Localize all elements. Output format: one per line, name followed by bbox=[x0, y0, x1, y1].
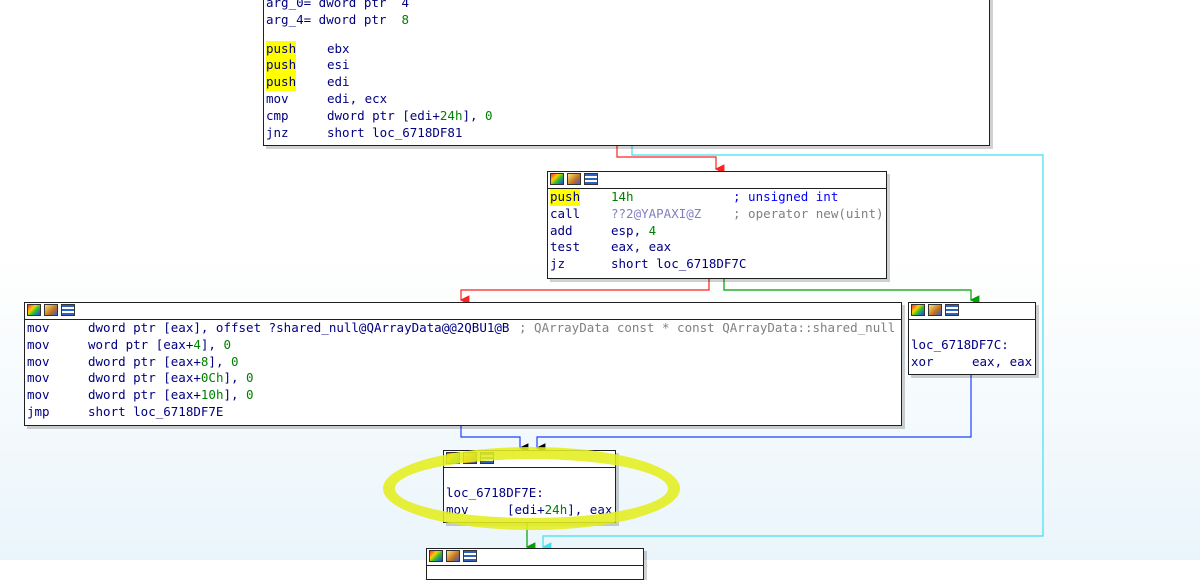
instruction-row[interactable]: test eax, eax bbox=[548, 239, 886, 256]
arg-line: arg_4= dword ptr 8 bbox=[266, 11, 410, 27]
instruction-row[interactable]: push esi bbox=[264, 57, 989, 75]
instruction-row[interactable]: add esp, 4 bbox=[548, 223, 886, 240]
graph-color-icon[interactable] bbox=[27, 304, 41, 316]
instruction-row[interactable]: mov dword ptr [eax+10h], 0 bbox=[25, 387, 901, 404]
edge-alloc-to-init bbox=[459, 278, 710, 305]
instruction-row[interactable]: mov edi, ecx bbox=[264, 91, 989, 108]
highlight-annotation bbox=[383, 447, 680, 530]
arg-line: arg_0= dword ptr 4 bbox=[266, 0, 409, 10]
instruction-row[interactable]: mov dword ptr [eax+0Ch], 0 bbox=[25, 370, 901, 387]
list-view-icon[interactable] bbox=[463, 550, 477, 562]
instruction-row[interactable]: push edi bbox=[264, 74, 989, 91]
graph-color-icon[interactable] bbox=[911, 304, 925, 316]
code-block-zero[interactable]: loc_6718DF7C: xor eax, eax bbox=[908, 302, 1036, 375]
instruction-row[interactable]: mov dword ptr [eax+8], 0 bbox=[25, 354, 901, 371]
code-block-entry[interactable]: arg_0= dword ptr 4 arg_4= dword ptr 8 pu… bbox=[263, 0, 990, 146]
instruction-row[interactable]: xor eax, eax bbox=[909, 354, 1035, 371]
instruction-row[interactable]: jmp short loc_6718DF7E bbox=[25, 404, 901, 421]
instruction-row[interactable]: push 14h; unsigned int bbox=[548, 189, 886, 206]
code-block-init[interactable]: mov dword ptr [eax], offset ?shared_null@… bbox=[24, 302, 902, 426]
edit-block-icon[interactable] bbox=[567, 173, 581, 185]
block-label[interactable]: loc_6718DF7C: bbox=[909, 337, 1035, 354]
list-view-icon[interactable] bbox=[945, 304, 959, 316]
graph-color-icon[interactable] bbox=[429, 550, 443, 562]
instruction-row[interactable]: jz short loc_6718DF7C bbox=[548, 256, 886, 273]
instruction-row[interactable]: call ??2@YAPAXI@Z; operator new(uint) bbox=[548, 206, 886, 223]
list-view-icon[interactable] bbox=[61, 304, 75, 316]
block-titlebar bbox=[25, 303, 901, 320]
block-titlebar bbox=[909, 303, 1035, 320]
edit-block-icon[interactable] bbox=[446, 550, 460, 562]
list-view-icon[interactable] bbox=[584, 173, 598, 185]
block-titlebar bbox=[427, 549, 643, 566]
instruction-row[interactable]: push ebx bbox=[264, 40, 989, 58]
instruction-row[interactable]: mov word ptr [eax+4], 0 bbox=[25, 337, 901, 354]
edit-block-icon[interactable] bbox=[928, 304, 942, 316]
code-block-alloc[interactable]: push 14h; unsigned int call ??2@YAPAXI@Z; … bbox=[547, 171, 887, 279]
edge-alloc-to-zero bbox=[723, 278, 980, 305]
instruction-row[interactable]: mov dword ptr [eax], offset ?shared_null@… bbox=[25, 320, 901, 337]
instruction-row[interactable]: jnz short loc_6718DF81 bbox=[264, 125, 989, 142]
graph-color-icon[interactable] bbox=[550, 173, 564, 185]
block-titlebar bbox=[548, 172, 886, 189]
code-block-exit[interactable] bbox=[426, 548, 644, 580]
edge-init-to-store bbox=[460, 425, 529, 453]
instruction-row[interactable]: cmp dword ptr [edi+24h], 0 bbox=[264, 108, 989, 125]
edit-block-icon[interactable] bbox=[44, 304, 58, 316]
